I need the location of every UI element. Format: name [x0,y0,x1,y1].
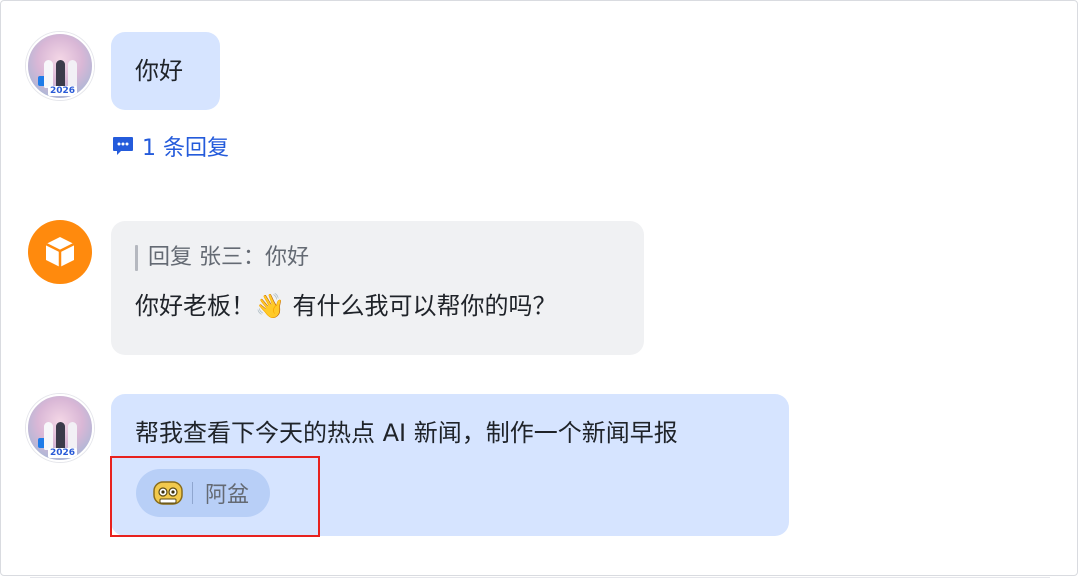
message-text: 帮我查看下今天的热点 AI 新闻，制作一个新闻早报 [135,419,678,447]
message-text: 你好老板！👋 有什么我可以帮你的吗？ [135,292,557,320]
thread-reply-link[interactable]: 1 条回复 [112,130,229,162]
message-bubble[interactable]: 回复 张三：你好 你好老板！👋 有什么我可以帮你的吗？ [111,221,644,355]
avatar-badge: 2026 [48,86,78,96]
message-text: 你好 [135,57,183,85]
reply-count-label: 1 条回复 [142,136,229,161]
user-avatar[interactable]: 2026 [26,32,94,100]
avatar-badge: 2026 [48,448,78,458]
bot-avatar[interactable] [28,220,92,284]
highlight-box [110,456,320,537]
quote-bar [135,245,138,271]
quote-text: 回复 张三：你好 [148,245,309,270]
user-avatar[interactable]: 2026 [26,394,94,462]
quoted-reply[interactable]: 回复 张三：你好 [135,243,644,273]
comment-icon [112,136,134,156]
message-bubble[interactable]: 你好 [111,32,220,110]
box-icon [45,237,75,267]
